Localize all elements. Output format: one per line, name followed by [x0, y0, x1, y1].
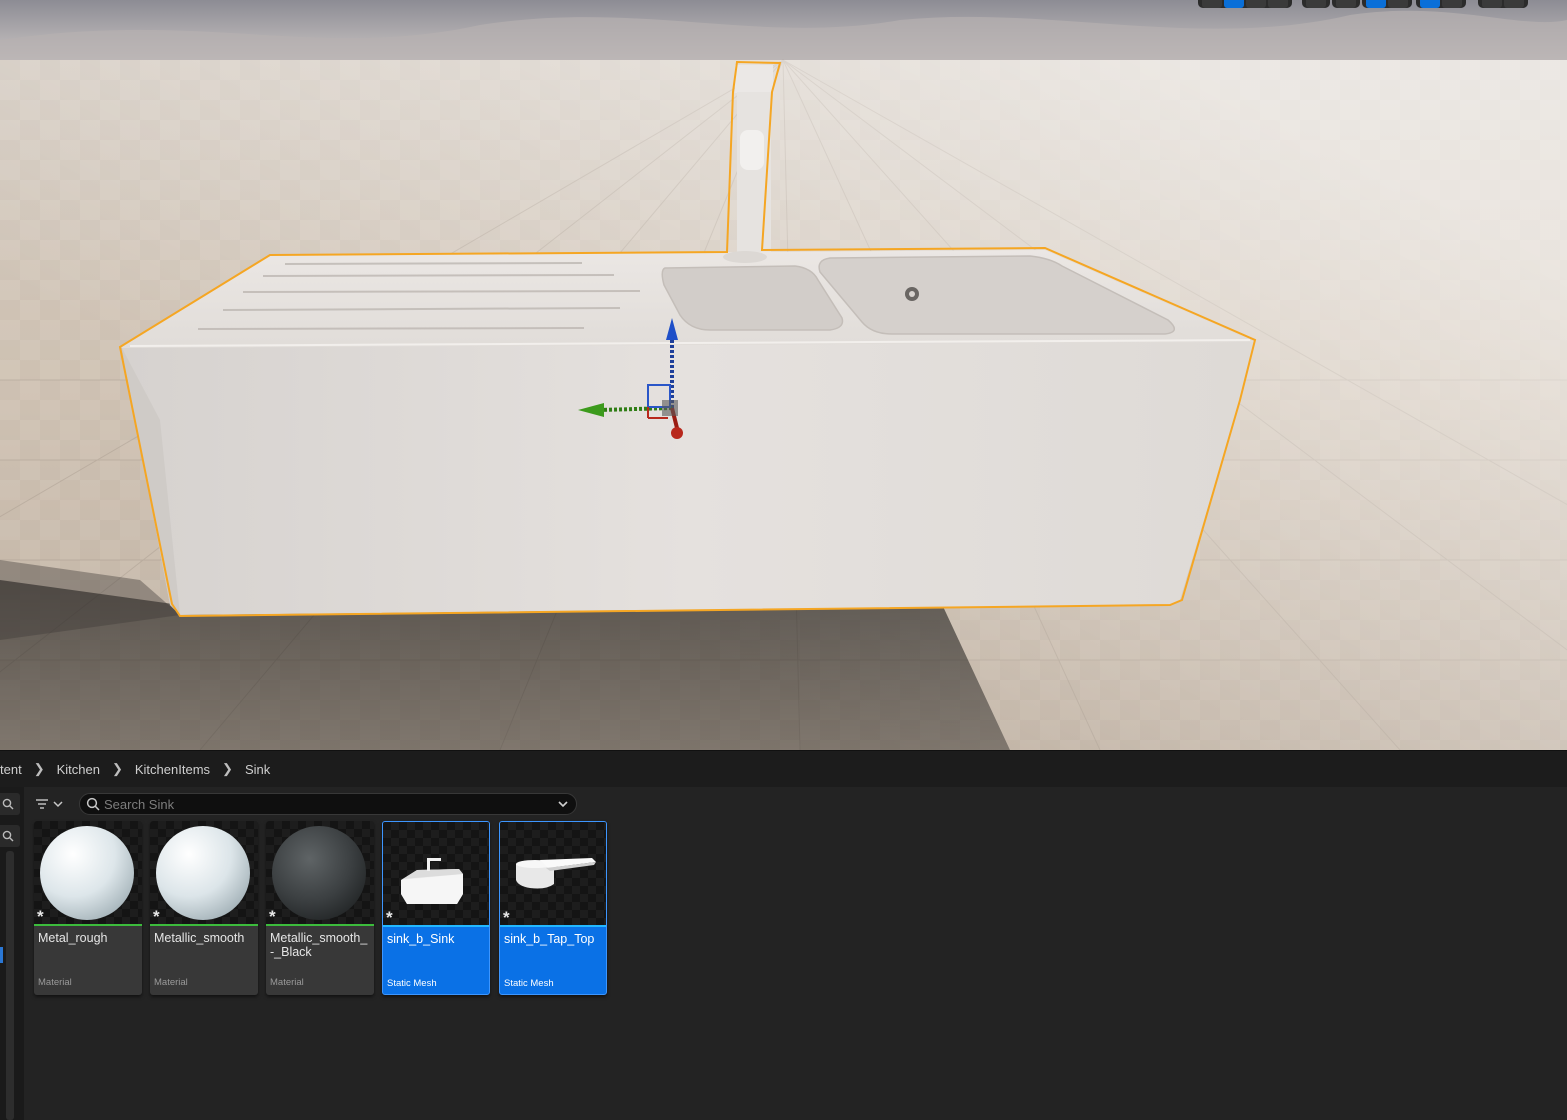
- black-sphere-icon: [272, 826, 366, 920]
- filter-button[interactable]: [34, 793, 72, 815]
- chevron-down-icon[interactable]: [557, 799, 569, 809]
- breadcrumb-item-sink[interactable]: Sink: [239, 762, 276, 777]
- material-type-line: [266, 924, 374, 926]
- scale-size-button[interactable]: [1504, 0, 1524, 8]
- filter-icon: [36, 799, 48, 809]
- grid-snap-button[interactable]: [1366, 0, 1386, 8]
- asset-thumbnail: [150, 821, 258, 924]
- collections-search-button[interactable]: [0, 825, 20, 847]
- sources-panel-collapsed: [0, 787, 24, 1120]
- mesh-type-line: [383, 925, 489, 927]
- modified-indicator: *: [37, 907, 44, 926]
- select-mode-button[interactable]: [1202, 0, 1222, 8]
- search-icon: [2, 830, 14, 842]
- coordinate-space-toolbar[interactable]: [1302, 0, 1330, 8]
- asset-tile-sink-b-tap-top[interactable]: * sink_b_Tap_Top Static Mesh: [499, 821, 607, 995]
- asset-thumbnail: [266, 821, 374, 924]
- modified-indicator: *: [269, 907, 276, 926]
- asset-tile-metal-rough[interactable]: * Metal_rough Material: [34, 821, 142, 995]
- material-type-line: [150, 924, 258, 926]
- breadcrumb: tent ❯ Kitchen ❯ KitchenItems ❯ Sink: [0, 750, 1567, 788]
- mesh-type-line: [500, 925, 606, 927]
- asset-thumbnail: [500, 822, 606, 925]
- asset-name: Metallic_smooth_-_Black: [270, 931, 368, 959]
- modified-indicator: *: [503, 908, 510, 927]
- surface-snap-button[interactable]: [1336, 0, 1356, 8]
- asset-type: Material: [38, 977, 72, 988]
- material-type-line: [34, 924, 142, 926]
- transform-toolbar[interactable]: [1198, 0, 1292, 8]
- rotation-snap-toolbar[interactable]: [1416, 0, 1466, 8]
- viewport-scene[interactable]: [0, 0, 1567, 750]
- modified-indicator: *: [386, 908, 393, 927]
- search-icon: [86, 797, 100, 811]
- breadcrumb-item-kitchenitems[interactable]: KitchenItems: [129, 762, 216, 777]
- chevron-right-icon: ❯: [222, 761, 233, 776]
- translate-mode-button[interactable]: [1224, 0, 1244, 8]
- sources-scrollbar[interactable]: [6, 851, 14, 1120]
- asset-tile-metallic-smooth-black[interactable]: * Metallic_smooth_-_Black Material: [266, 821, 374, 995]
- surface-snap-toolbar[interactable]: [1332, 0, 1360, 8]
- chevron-down-icon: [53, 801, 63, 808]
- asset-search-box[interactable]: [79, 793, 577, 815]
- white-sphere-icon: [156, 826, 250, 920]
- scale-snap-toolbar[interactable]: [1478, 0, 1528, 8]
- tap-mesh-icon: [516, 858, 596, 889]
- breadcrumb-item-kitchen[interactable]: Kitchen: [51, 762, 106, 777]
- world-space-button[interactable]: [1306, 0, 1326, 8]
- x-axis-handle[interactable]: [671, 427, 683, 439]
- content-browser: * Metal_rough Material * Metallic_smooth…: [0, 787, 1567, 1120]
- selected-folder-indicator: [0, 947, 3, 963]
- white-sphere-icon: [40, 826, 134, 920]
- asset-thumbnail: [34, 821, 142, 924]
- scale-snap-button[interactable]: [1482, 0, 1502, 8]
- level-viewport[interactable]: [0, 0, 1567, 750]
- asset-type: Material: [154, 977, 188, 988]
- chevron-right-icon: ❯: [33, 761, 45, 776]
- search-input[interactable]: [100, 794, 557, 814]
- asset-type: Static Mesh: [387, 978, 437, 989]
- asset-name: sink_b_Tap_Top: [504, 932, 595, 946]
- grid-size-button[interactable]: [1388, 0, 1408, 8]
- modified-indicator: *: [153, 907, 160, 926]
- search-icon: [2, 798, 14, 810]
- asset-type: Material: [270, 977, 304, 988]
- asset-name: sink_b_Sink: [387, 932, 455, 946]
- rotation-size-button[interactable]: [1442, 0, 1462, 8]
- asset-name: Metallic_smooth: [154, 931, 245, 945]
- asset-tile-metallic-smooth[interactable]: * Metallic_smooth Material: [150, 821, 258, 995]
- rotate-mode-button[interactable]: [1246, 0, 1266, 8]
- asset-tile-sink-b-sink[interactable]: * sink_b_Sink Static Mesh: [382, 821, 490, 995]
- chevron-right-icon: ❯: [111, 761, 123, 776]
- scale-mode-button[interactable]: [1268, 0, 1288, 8]
- sources-search-button[interactable]: [0, 793, 20, 815]
- rotation-snap-button[interactable]: [1420, 0, 1440, 8]
- breadcrumb-item-content[interactable]: tent: [0, 762, 28, 777]
- grid-snap-toolbar[interactable]: [1362, 0, 1412, 8]
- asset-thumbnail: [383, 822, 489, 925]
- sink-mesh-icon: [401, 858, 463, 904]
- asset-name: Metal_rough: [38, 931, 108, 945]
- asset-type: Static Mesh: [504, 978, 554, 989]
